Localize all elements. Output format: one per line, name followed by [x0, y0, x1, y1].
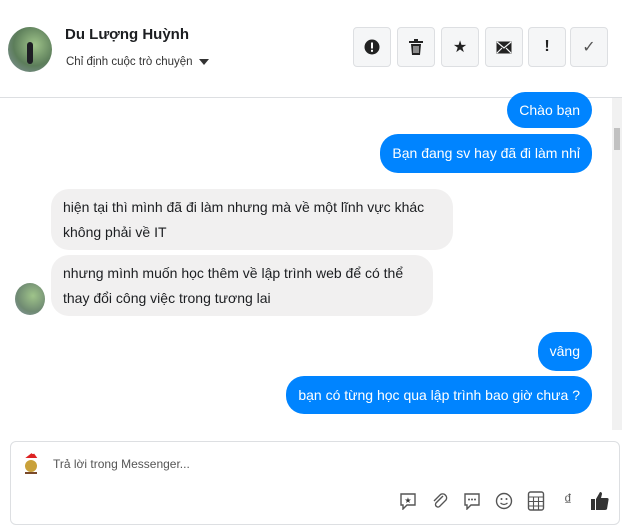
saved-reply-icon: ★	[400, 493, 416, 510]
chat-icon	[464, 493, 480, 510]
scrollbar-thumb[interactable]	[614, 128, 620, 150]
assign-conversation-dropdown[interactable]: Chỉ định cuộc trò chuyện	[66, 56, 209, 68]
trash-icon	[409, 39, 423, 55]
chat-button[interactable]	[461, 490, 483, 512]
spam-button[interactable]	[353, 27, 391, 67]
calculator-icon	[527, 491, 545, 511]
message-bubble-sent: Chào bạn	[507, 92, 592, 128]
like-button[interactable]	[589, 490, 611, 512]
payment-button[interactable]: ₫	[557, 490, 579, 512]
assign-label: Chỉ định cuộc trò chuyện	[66, 56, 193, 68]
reply-composer[interactable]	[10, 441, 620, 525]
currency-icon: ₫	[563, 492, 573, 509]
mail-icon	[496, 41, 512, 53]
delete-button[interactable]	[397, 27, 435, 67]
page-avatar	[23, 451, 39, 474]
svg-text:★: ★	[404, 496, 411, 505]
contact-avatar	[8, 27, 52, 72]
message-bubble-sent: vâng	[537, 332, 592, 371]
message-bubble-received: nhưng mình muốn học thêm về lập trình we…	[51, 255, 433, 316]
star-button[interactable]: ★	[441, 27, 479, 67]
done-button[interactable]: ✓	[570, 27, 608, 67]
message-bubble-received: hiện tại thì mình đã đi làm nhưng mà về …	[51, 189, 453, 250]
contact-name: Du Lượng Huỳnh	[65, 26, 190, 43]
attach-button[interactable]	[429, 490, 451, 512]
message-bubble-sent: Bạn đang sv hay đã đi làm nhỉ	[380, 134, 592, 173]
reply-input[interactable]: Trả lời trong Messenger...	[53, 457, 190, 471]
like-icon	[591, 492, 609, 510]
star-icon: ★	[452, 39, 468, 56]
attach-icon	[433, 493, 448, 508]
emoji-icon	[495, 492, 513, 510]
contact-avatar-small	[15, 283, 45, 315]
mark-unread-button[interactable]	[485, 27, 523, 67]
check-icon: ✓	[582, 39, 596, 56]
caret-down-icon	[198, 59, 209, 65]
alert-circle-icon	[364, 39, 380, 55]
message-bubble-sent: bạn có từng học qua lập trình bao giờ ch…	[286, 376, 592, 414]
calculator-button[interactable]	[525, 490, 547, 512]
emoji-button[interactable]	[493, 490, 515, 512]
saved-reply-button[interactable]: ★	[397, 490, 419, 512]
exclamation-icon: !	[544, 38, 550, 55]
important-button[interactable]: !	[528, 27, 566, 67]
